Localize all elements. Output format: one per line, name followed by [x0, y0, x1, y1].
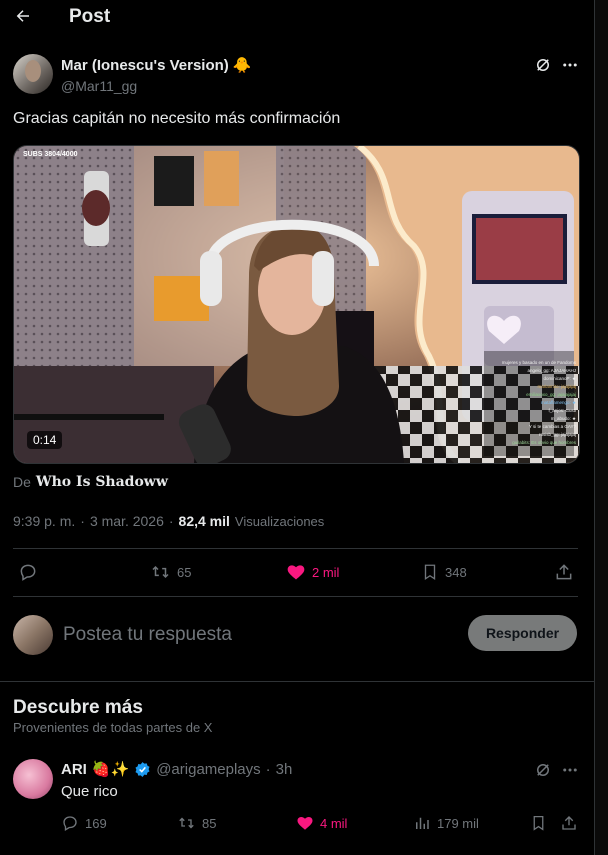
- discover-subtitle: Provenientes de todas partes de X: [13, 720, 213, 735]
- arrow-left-icon: [16, 10, 29, 22]
- chat-line: m_abudo: ★: [550, 416, 576, 421]
- share-icon: [562, 816, 576, 830]
- reply-icon: [63, 816, 77, 831]
- meta-separator: ·: [265, 760, 271, 778]
- chat-line: guilabits: Es obvio que hombres: [512, 440, 576, 445]
- back-button[interactable]: [8, 4, 38, 28]
- heart-filled-icon: [287, 565, 305, 580]
- grok-button[interactable]: [531, 54, 555, 76]
- post-time[interactable]: 9:39 p. m.: [13, 513, 75, 529]
- like-action[interactable]: 2 mil: [286, 562, 339, 582]
- chat-line: emiliaxoxo_gg: jajajajajaj: [526, 392, 576, 397]
- discover-grok-button[interactable]: [531, 759, 555, 781]
- discover-more-button[interactable]: [558, 759, 582, 781]
- discover-reply-action[interactable]: 169: [61, 814, 107, 832]
- author-emoji: 🐥: [232, 57, 252, 74]
- meta-separator: ·: [80, 513, 85, 529]
- analytics-icon: [416, 817, 429, 829]
- chat-line: angelo_gg: AJAJAHAHJ: [527, 368, 576, 373]
- grok-icon: [537, 59, 549, 71]
- discover-post-time[interactable]: 3h: [276, 761, 293, 778]
- chat-line: mariannito: jajajajaj: [537, 384, 576, 389]
- author-handle[interactable]: @Mar11_gg: [61, 78, 137, 94]
- discover-bookmark-action[interactable]: [530, 814, 547, 832]
- reply-input[interactable]: Postea tu respuesta: [63, 624, 232, 646]
- discover-share-action[interactable]: [560, 814, 578, 832]
- discover-retweet-count: 85: [202, 815, 217, 831]
- post-column: Post Mar (Ionescu's Version) 🐥 @Mar11_gg…: [0, 0, 595, 855]
- chat-line: rosisb_gg: jajajajaj: [538, 432, 576, 437]
- source-link[interactable]: Who Is Shadoww: [36, 474, 168, 490]
- discover-post-text: Que rico: [61, 783, 118, 800]
- ari-avatar[interactable]: [13, 759, 53, 799]
- retweet-action[interactable]: 65: [150, 562, 191, 582]
- bookmark-count: 348: [445, 564, 467, 580]
- like-count: 2 mil: [312, 564, 340, 580]
- bookmark-action[interactable]: 348: [421, 562, 467, 582]
- author-name[interactable]: Mar (Ionescu's Version): [61, 57, 229, 74]
- grok-icon: [537, 764, 549, 776]
- discover-author-row: ARI 🍓✨ @arigameplays · 3h: [61, 760, 293, 779]
- discover-retweet-action[interactable]: 85: [177, 814, 216, 832]
- post-text: Gracias capitán no necesito más confirma…: [13, 110, 341, 127]
- views-label: Visualizaciones: [234, 514, 325, 529]
- reply-icon: [20, 564, 36, 581]
- chat-line: mujeres y basado en un de Fandoms: [501, 360, 576, 365]
- video-duration: 0:14: [27, 431, 63, 449]
- heart-filled-icon: [297, 817, 313, 830]
- chat-line: mataflamengo: ★: [540, 400, 576, 405]
- source-prefix: De: [13, 474, 31, 490]
- bookmark-icon: [424, 564, 436, 581]
- more-options-button[interactable]: [558, 54, 582, 76]
- chat-line: f_anjos: Gusti: [548, 408, 576, 413]
- discover-author-handle[interactable]: @arigameplays: [156, 761, 260, 778]
- video-player[interactable]: SUBS 3804/4000 mujeres y basado en un de…: [13, 145, 580, 464]
- page-title: Post: [69, 6, 111, 27]
- video-chat-overlay: mujeres y basado en un de Fandoms angelo…: [486, 359, 576, 447]
- discover-author-name[interactable]: ARI: [61, 761, 87, 778]
- share-icon: [556, 564, 572, 580]
- meta-separator: ·: [168, 513, 174, 529]
- reply-action[interactable]: [18, 562, 38, 582]
- reply-button[interactable]: Responder: [468, 615, 577, 651]
- my-avatar[interactable]: [13, 615, 53, 655]
- retweet-icon: [179, 817, 194, 829]
- section-divider: [0, 681, 594, 682]
- video-subs-overlay: SUBS 3804/4000: [23, 151, 78, 158]
- discover-like-action[interactable]: 4 mil: [296, 814, 347, 832]
- bookmark-icon: [533, 815, 544, 831]
- views-count: 82,4 mil: [178, 513, 230, 529]
- chat-line: dominicanoP: ★: [543, 376, 576, 381]
- discover-title: Descubre más: [13, 697, 143, 718]
- more-horizontal-icon: [563, 63, 577, 67]
- chat-line: Y si te cambias a GAY?: [528, 424, 576, 429]
- author-avatar[interactable]: [13, 54, 53, 94]
- divider: [13, 548, 578, 549]
- divider: [13, 596, 578, 597]
- video-source: De Who Is Shadoww: [13, 474, 168, 490]
- discover-views-count: 179 mil: [437, 815, 479, 831]
- scrollbar[interactable]: [595, 0, 608, 855]
- discover-like-count: 4 mil: [320, 815, 348, 831]
- share-action[interactable]: [554, 562, 574, 582]
- retweet-icon: [152, 565, 169, 579]
- verified-badge-icon: [135, 761, 150, 777]
- discover-views-action[interactable]: 179 mil: [413, 814, 479, 832]
- author-name-row[interactable]: Mar (Ionescu's Version) 🐥: [61, 56, 252, 75]
- discover-author-emojis: 🍓✨: [91, 761, 130, 778]
- retweet-count: 65: [177, 564, 192, 580]
- more-horizontal-icon: [563, 768, 577, 772]
- post-date[interactable]: 3 mar. 2026: [90, 513, 164, 529]
- discover-reply-count: 169: [85, 815, 107, 831]
- post-meta: 9:39 p. m. · 3 mar. 2026 · 82,4 mil Visu…: [13, 513, 324, 529]
